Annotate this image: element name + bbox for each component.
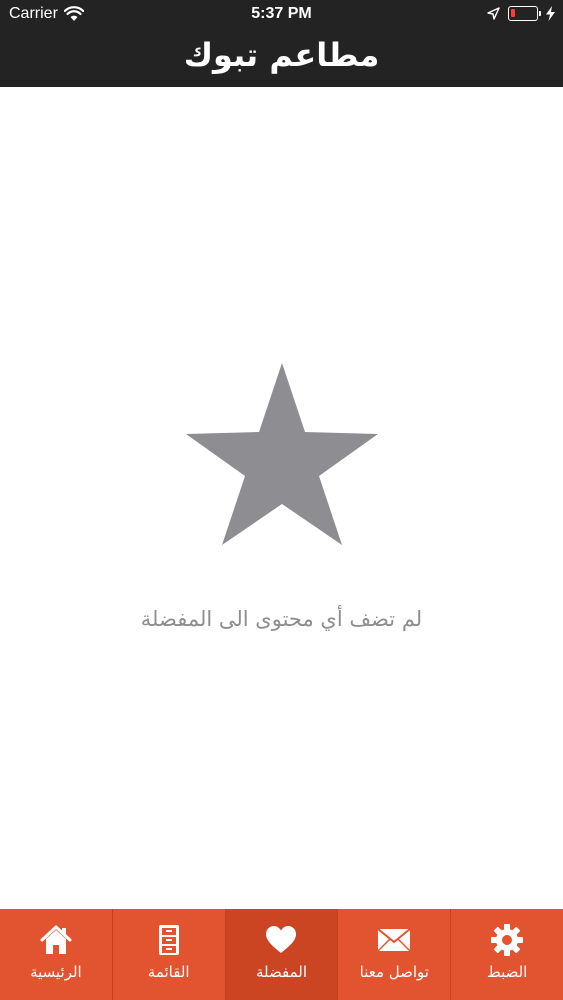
- tab-bar: الرئيسية القائمة المفضلة تواصل معنا الضب…: [0, 909, 563, 1000]
- tab-label: المفضلة: [255, 963, 307, 981]
- envelope-icon: [377, 928, 411, 952]
- star-icon: [186, 363, 378, 545]
- home-icon: [40, 925, 72, 954]
- tab-settings[interactable]: الضبط: [451, 909, 563, 1000]
- tab-label: تواصل معنا: [359, 963, 429, 981]
- battery-level: [511, 9, 515, 17]
- cabinet-icon: [158, 925, 179, 955]
- top-bar: Carrier 5:37 PM مطاعم تبوك: [0, 0, 563, 87]
- status-time: 5:37 PM: [251, 5, 312, 22]
- favorites-empty-state: لم تضف أي محتوى الى المفضلة: [0, 87, 563, 909]
- tab-home[interactable]: الرئيسية: [0, 909, 113, 1000]
- location-arrow-icon: [487, 7, 500, 20]
- status-bar: Carrier 5:37 PM: [0, 0, 563, 30]
- tab-label: الضبط: [486, 963, 528, 981]
- tab-label: الرئيسية: [30, 963, 82, 981]
- tab-menu[interactable]: القائمة: [113, 909, 226, 1000]
- page-title: مطاعم تبوك: [183, 36, 380, 74]
- heart-icon: [266, 926, 297, 953]
- status-right-group: [487, 6, 555, 21]
- gear-icon: [491, 924, 524, 956]
- battery-icon: [508, 6, 541, 21]
- tab-label: القائمة: [147, 963, 190, 981]
- tab-favorites[interactable]: المفضلة: [225, 909, 339, 1000]
- empty-message: لم تضف أي محتوى الى المفضلة: [140, 607, 423, 631]
- charging-bolt-icon: [546, 6, 555, 21]
- tab-contact[interactable]: تواصل معنا: [338, 909, 452, 1000]
